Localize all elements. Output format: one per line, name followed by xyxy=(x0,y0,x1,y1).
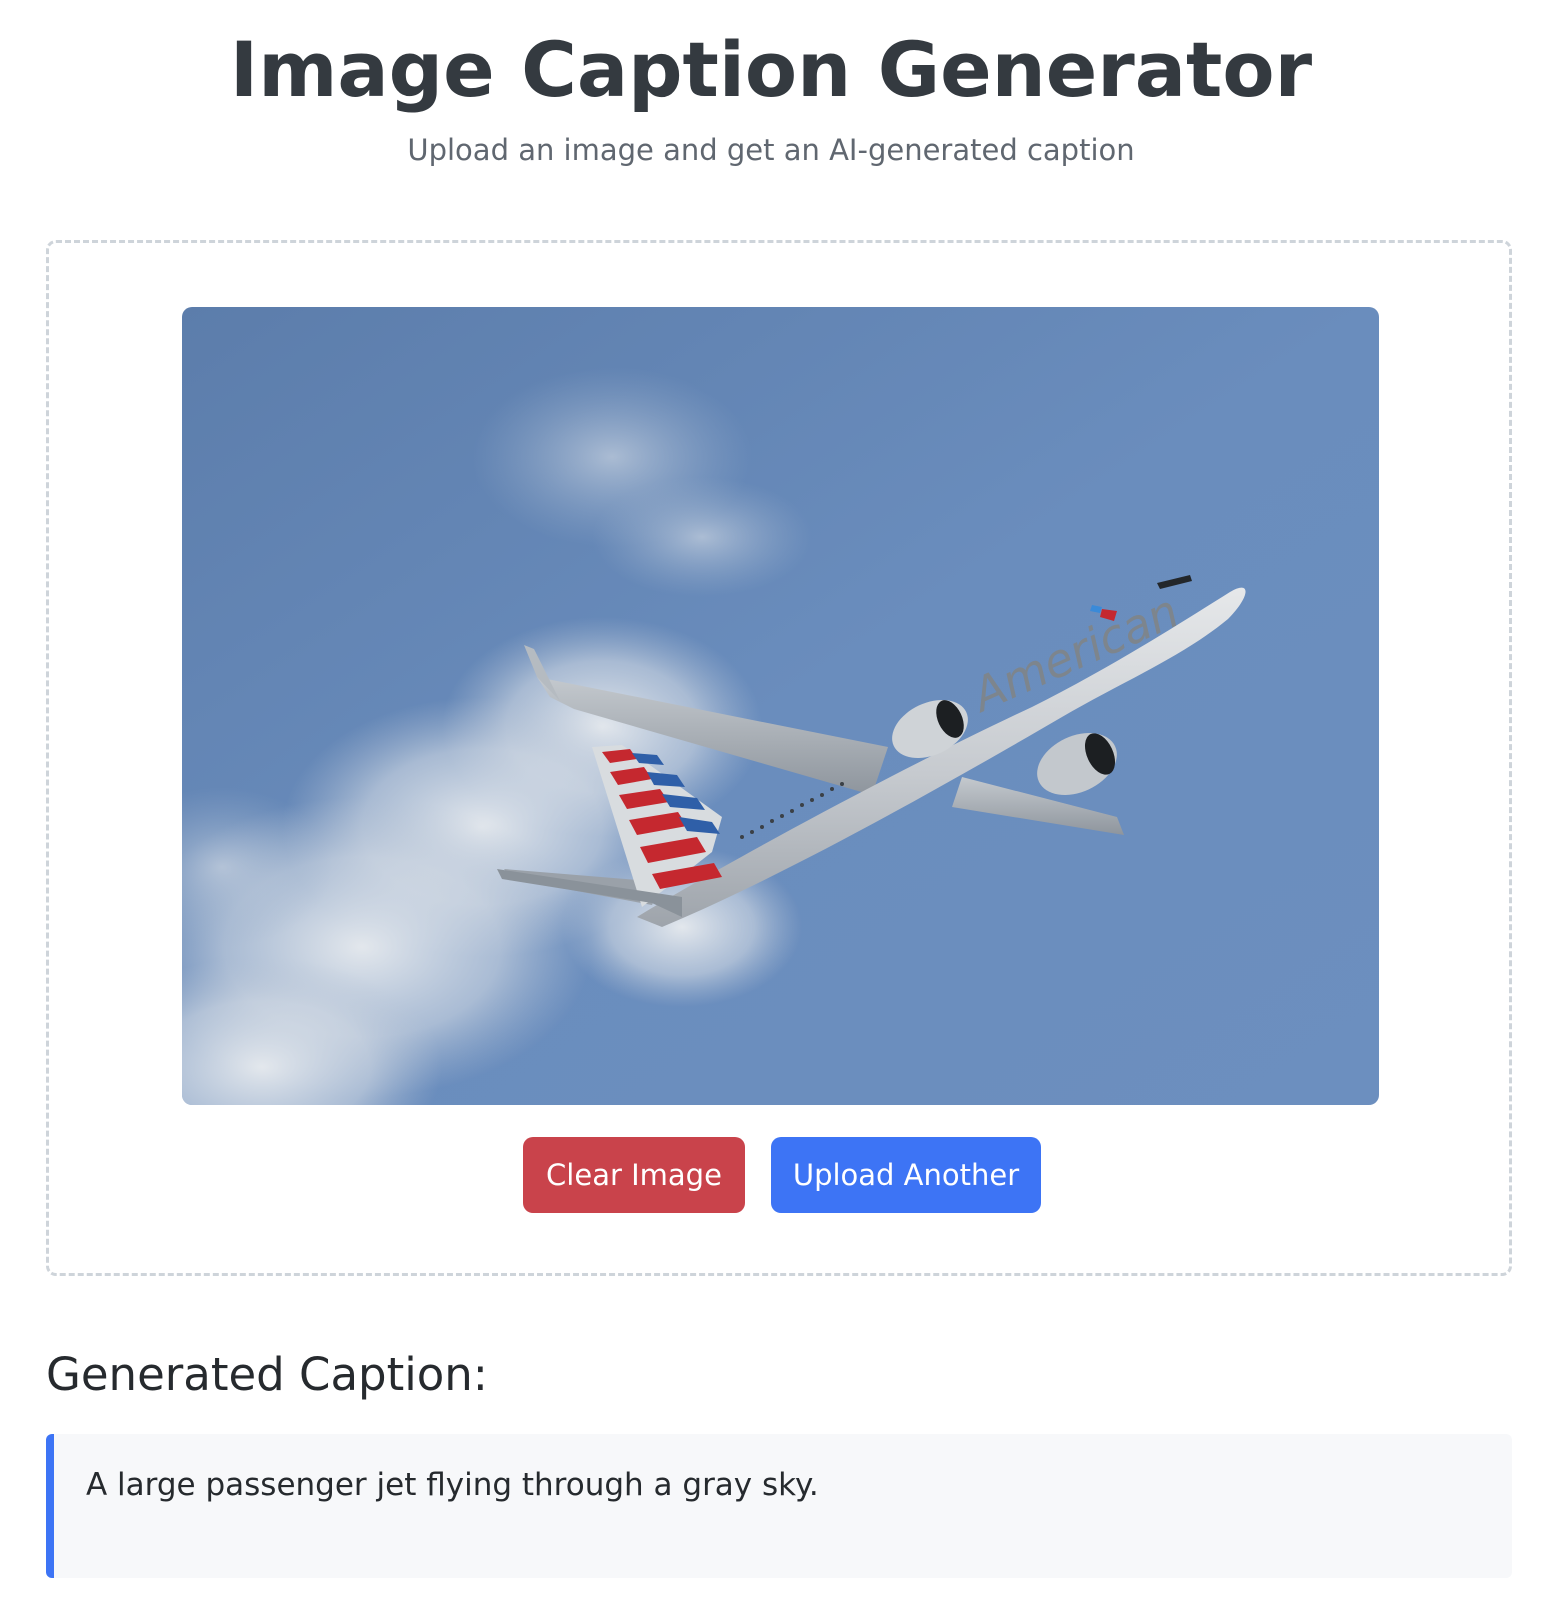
caption-heading: Generated Caption: xyxy=(46,1348,488,1401)
page-subtitle: Upload an image and get an AI-generated … xyxy=(407,133,1135,167)
caption-text: A large passenger jet flying through a g… xyxy=(86,1467,819,1503)
caption-result-box: A large passenger jet flying through a g… xyxy=(46,1434,1512,1578)
page-title: Image Caption Generator xyxy=(229,25,1313,114)
clear-image-button[interactable]: Clear Image xyxy=(523,1137,745,1213)
upload-dropzone[interactable]: American Clear Image Upload Another xyxy=(46,240,1512,1276)
upload-another-button[interactable]: Upload Another xyxy=(771,1137,1041,1213)
uploaded-image-preview: American xyxy=(182,307,1379,1105)
page: Image Caption Generator Upload an image … xyxy=(0,0,1542,1618)
image-action-buttons: Clear Image Upload Another xyxy=(49,1137,1509,1213)
